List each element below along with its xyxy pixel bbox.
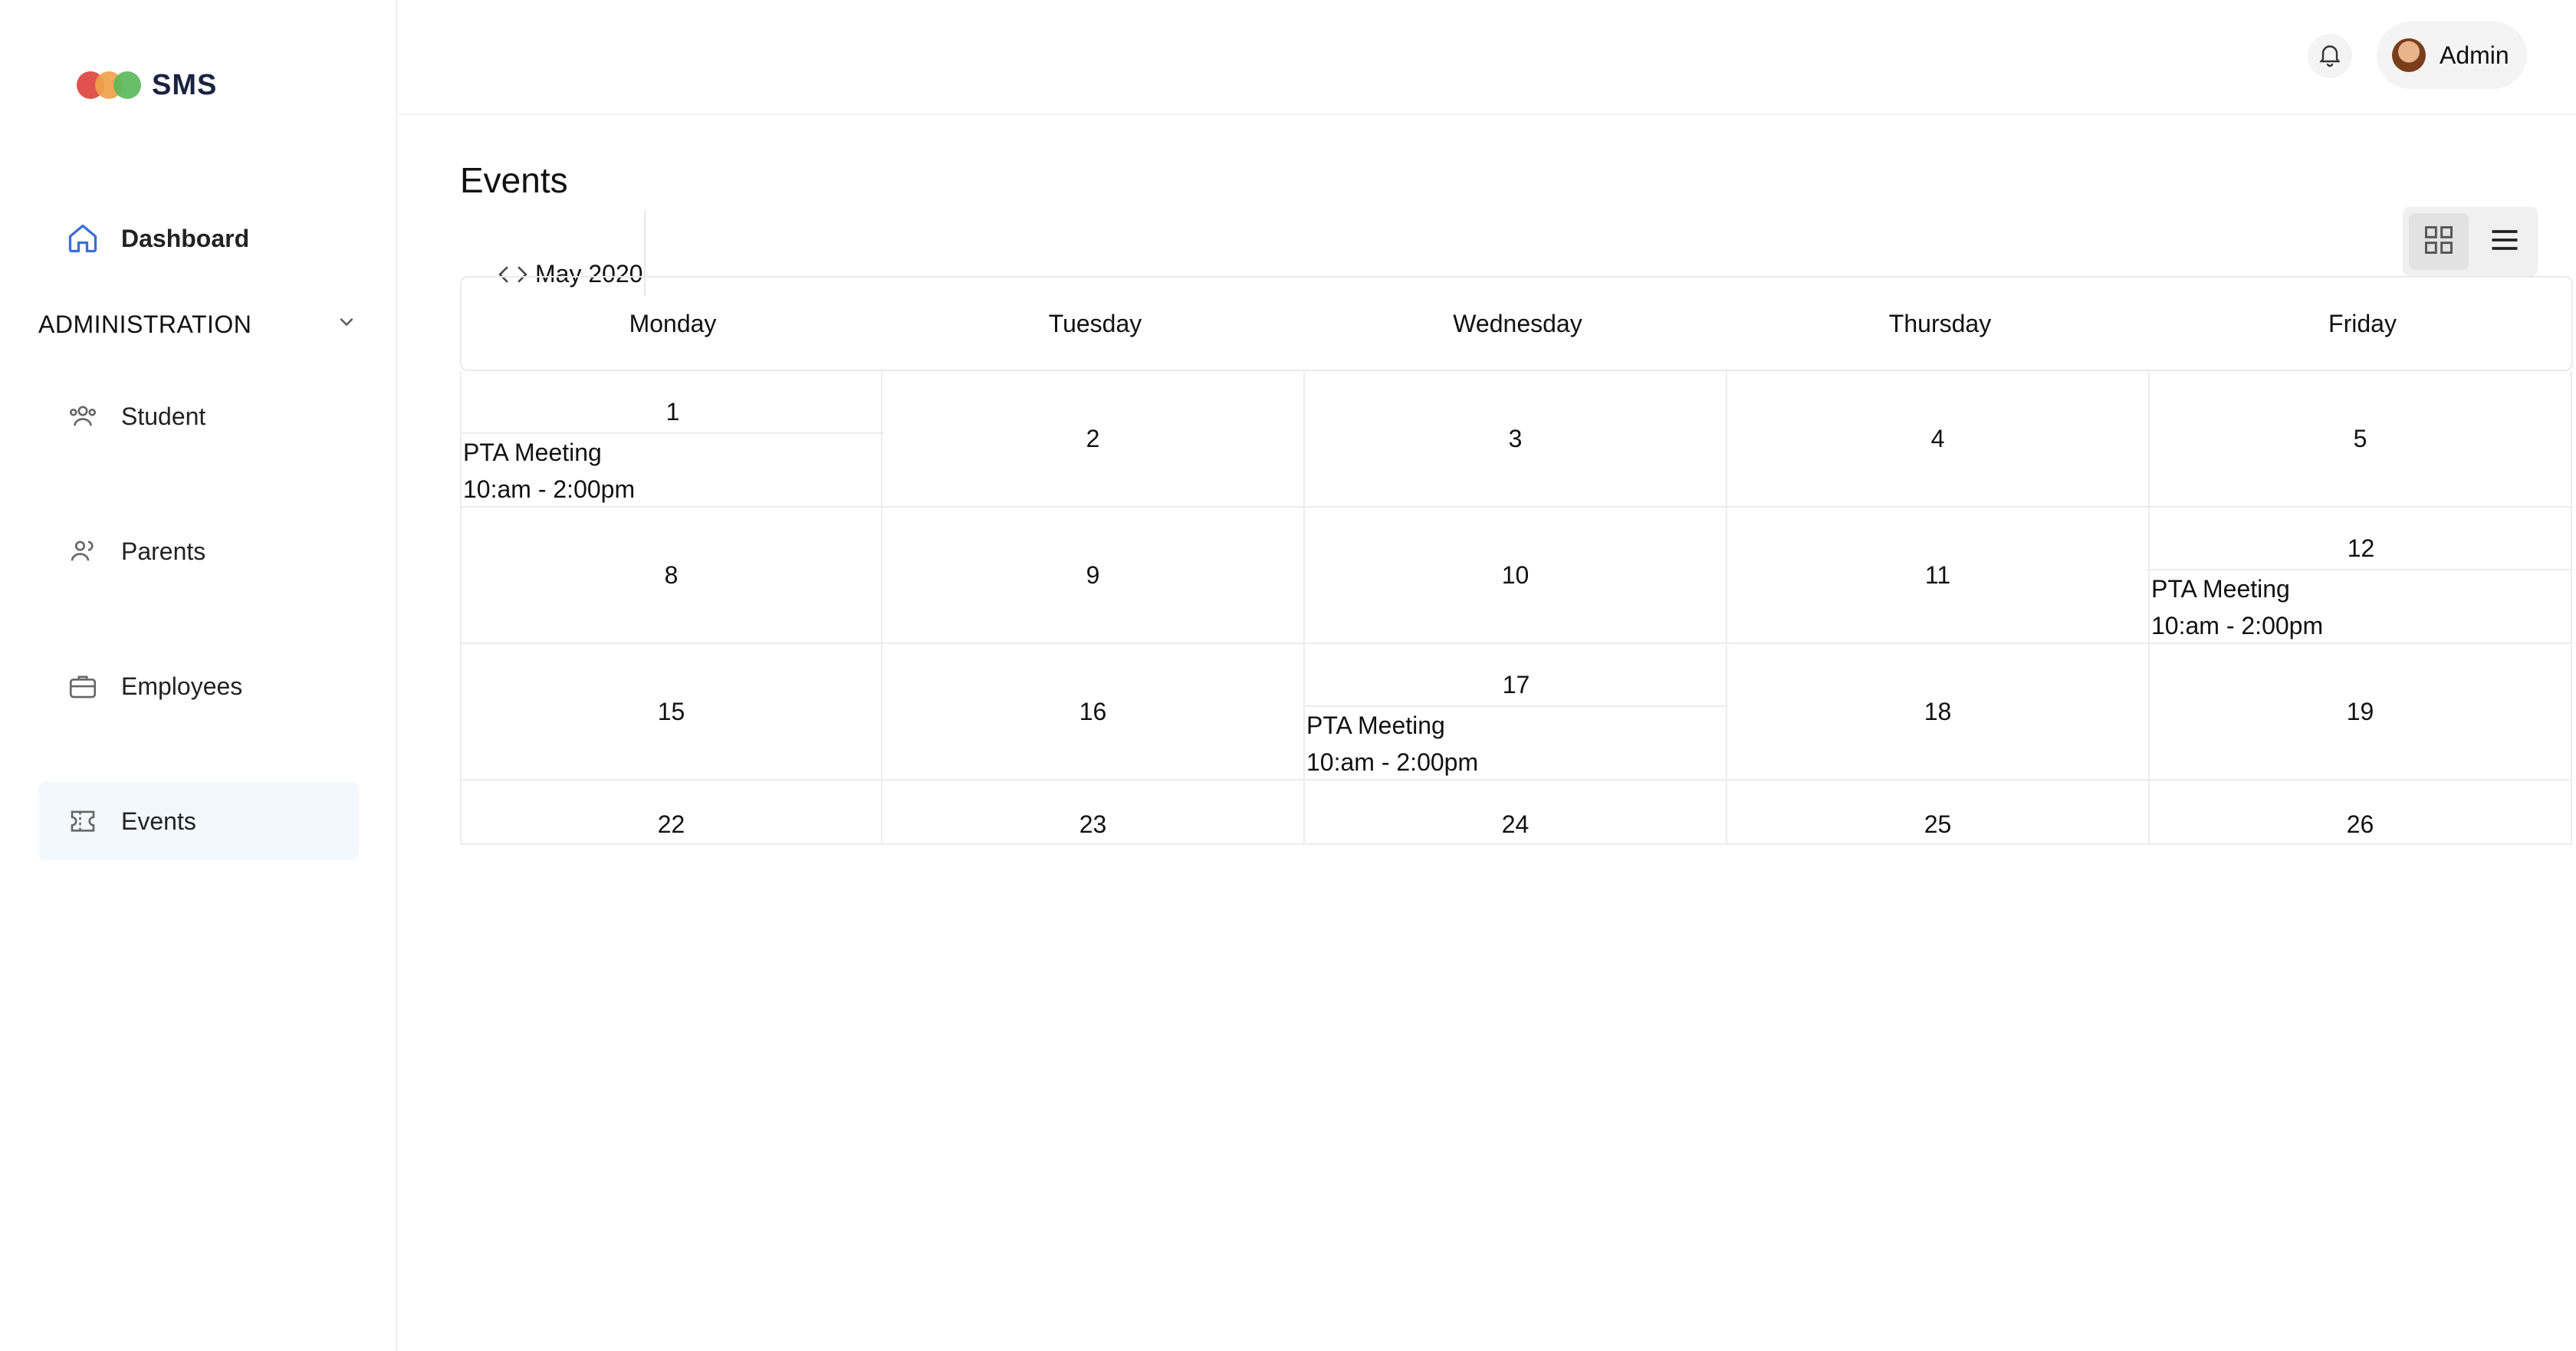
ticket-icon — [64, 803, 101, 840]
home-icon — [64, 220, 101, 257]
sidebar-item-label: Student — [121, 402, 206, 430]
calendar-day-cell[interactable]: 12 PTA Meeting 10:am - 2:00pm — [2150, 508, 2572, 644]
calendar-day-cell[interactable]: 24 — [1305, 781, 1727, 845]
calendar-day-cell[interactable]: 23 — [882, 781, 1305, 845]
event-time: 10:am - 2:00pm — [463, 475, 636, 503]
app-root: SMS Dashboard ADMINISTRATION Student Par… — [0, 0, 2576, 1351]
calendar-day-cell[interactable]: 19 — [2150, 644, 2572, 781]
sidebar-item-dashboard[interactable]: Dashboard — [38, 199, 359, 278]
day-number: 11 — [1924, 560, 1951, 589]
calendar-day-cell[interactable]: 4 — [1727, 371, 2150, 508]
day-number: 1 — [462, 371, 884, 434]
calendar-day-cell[interactable]: 9 — [882, 508, 1305, 644]
day-number: 25 — [1924, 810, 1952, 838]
calendar-day-cell[interactable]: 5 — [2150, 371, 2572, 508]
day-number: 2 — [1086, 424, 1100, 452]
calendar-day-cell[interactable]: 11 — [1727, 508, 2150, 644]
day-number: 12 — [2150, 508, 2572, 570]
user-name: Admin — [2440, 41, 2509, 69]
day-number: 9 — [1086, 560, 1100, 589]
sidebar-item-label: Parents — [121, 537, 206, 565]
day-number: 4 — [1930, 424, 1945, 452]
calendar-day-cell[interactable]: 2 — [882, 371, 1305, 508]
calendar-weekday-header: Monday Tuesday Wednesday Thursday Friday — [460, 276, 2573, 371]
grid-icon — [2422, 223, 2456, 261]
logo[interactable]: SMS — [77, 66, 217, 104]
sidebar-item-label: Dashboard — [121, 224, 250, 252]
grid-view-button[interactable] — [2409, 213, 2469, 270]
logo-text: SMS — [152, 68, 218, 101]
day-number: 15 — [657, 697, 685, 725]
administration-section-toggle[interactable]: ADMINISTRATION — [38, 304, 360, 345]
event-title[interactable]: PTA Meeting — [462, 434, 881, 471]
bell-icon — [2316, 41, 2344, 72]
calendar-day-cell[interactable]: 8 — [460, 508, 882, 644]
parents-icon — [64, 533, 101, 570]
weekday-label: Friday — [2328, 309, 2397, 337]
section-title: ADMINISTRATION — [38, 310, 252, 338]
calendar-day-cell[interactable]: 15 — [460, 644, 882, 781]
calendar-day-cell[interactable]: 17 PTA Meeting 10:am - 2:00pm — [1305, 644, 1727, 781]
chevron-down-icon — [336, 311, 357, 339]
day-number: 19 — [2346, 697, 2374, 725]
page-title: Events — [460, 160, 568, 200]
day-number: 22 — [657, 810, 685, 838]
day-number: 17 — [1305, 644, 1727, 707]
calendar-day-cell[interactable]: 25 — [1727, 781, 2150, 845]
weekday-label: Wednesday — [1453, 309, 1582, 337]
list-view-button[interactable] — [2476, 213, 2533, 270]
calendar-day-cell[interactable]: 1 PTA Meeting 10:am - 2:00pm — [460, 371, 884, 508]
calendar-day-cell[interactable]: 10 — [1305, 508, 1727, 644]
day-number: 3 — [1508, 424, 1523, 452]
sidebar-item-events[interactable]: Events — [38, 782, 359, 860]
briefcase-icon — [64, 668, 101, 705]
logo-mark — [77, 71, 141, 99]
calendar-day-cell[interactable]: 16 — [882, 644, 1305, 781]
sidebar-item-employees[interactable]: Employees — [38, 647, 359, 725]
event-time: 10:am - 2:00pm — [1306, 748, 1479, 776]
day-number: 5 — [2353, 424, 2367, 452]
day-number: 10 — [1501, 560, 1530, 589]
calendar-day-cell[interactable]: 18 — [1727, 644, 2150, 781]
sidebar-item-student[interactable]: Student — [38, 377, 359, 455]
top-bar — [399, 0, 2576, 115]
calendar-day-cell[interactable]: 3 — [1305, 371, 1727, 508]
sidebar-item-label: Events — [121, 807, 196, 835]
sidebar: SMS Dashboard ADMINISTRATION Student Par… — [0, 0, 397, 1351]
weekday-label: Tuesday — [1048, 309, 1142, 337]
notifications-button[interactable] — [2308, 34, 2352, 78]
day-number: 8 — [664, 560, 678, 589]
event-title[interactable]: PTA Meeting — [2150, 570, 2571, 607]
avatar — [2392, 38, 2426, 72]
calendar-day-cell[interactable]: 26 — [2150, 781, 2572, 845]
day-number: 18 — [1924, 697, 1952, 725]
day-number: 26 — [2346, 810, 2374, 838]
weekday-label: Thursday — [1888, 309, 1992, 337]
sidebar-item-label: Employees — [121, 672, 243, 700]
view-toggle — [2403, 207, 2538, 276]
day-number: 24 — [1501, 810, 1530, 838]
sidebar-item-parents[interactable]: Parents — [38, 512, 359, 590]
calendar-day-cell[interactable]: 22 — [460, 781, 882, 845]
event-time: 10:am - 2:00pm — [2151, 612, 2324, 639]
user-menu-button[interactable]: Admin — [2377, 21, 2527, 89]
day-number: 16 — [1079, 697, 1107, 725]
event-title[interactable]: PTA Meeting — [1305, 707, 1726, 744]
weekday-label: Monday — [629, 309, 717, 337]
day-number: 23 — [1079, 810, 1107, 838]
users-icon — [64, 398, 101, 435]
menu-lines-icon — [2488, 223, 2522, 261]
